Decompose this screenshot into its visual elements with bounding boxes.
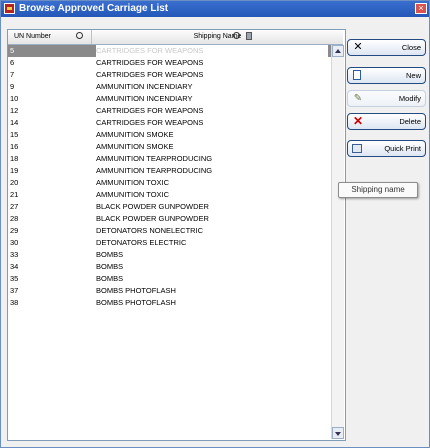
edit-pencil-icon: ✎ (353, 93, 363, 104)
un-number-cell: 12 (10, 106, 19, 115)
un-number-cell: 16 (10, 142, 19, 151)
un-number-cell: 5 (10, 46, 15, 55)
delete-button[interactable]: ✕ Delete (347, 113, 426, 130)
shipping-name-cell: DETONATORS NONELECTRIC (96, 226, 204, 235)
shipping-name-cell: CARTRIDGES FOR WEAPONS (96, 58, 204, 67)
un-number-cell: 18 (10, 154, 19, 163)
table-row[interactable]: 35 BOMBS (8, 273, 331, 285)
scroll-down-icon[interactable] (332, 427, 344, 439)
table-row[interactable]: 10 AMMUNITION INCENDIARY (8, 93, 331, 105)
table-row[interactable]: 20 AMMUNITION TOXIC (8, 177, 331, 189)
table-row[interactable]: 30 DETONATORS ELECTRIC (8, 237, 331, 249)
un-number-cell: 19 (10, 166, 19, 175)
shipping-name-cell: CARTRIDGES FOR WEAPONS (96, 118, 204, 127)
app-icon (4, 3, 15, 14)
grid-header: UN Number Shipping Name (8, 30, 343, 45)
shipping-name-cell: BOMBS PHOTOFLASH (96, 286, 176, 295)
un-number-cell: 14 (10, 118, 19, 127)
grid-rows: 5 CARTRIDGES FOR WEAPONS 6 CARTRIDGES FOR W… (8, 45, 331, 439)
un-number-cell: 37 (10, 286, 19, 295)
un-number-cell: 21 (10, 190, 19, 199)
lock-icon (246, 32, 252, 40)
un-number-cell: 27 (10, 202, 19, 211)
shipping-name-cell: BOMBS (96, 250, 124, 259)
table-row[interactable]: 12 CARTRIDGES FOR WEAPONS (8, 105, 331, 117)
table-row[interactable]: 5 CARTRIDGES FOR WEAPONS (8, 45, 331, 57)
shipping-name-cell: CARTRIDGES FOR WEAPONS (96, 106, 204, 115)
shipping-name-cell: CARTRIDGES FOR WEAPONS (96, 45, 328, 57)
table-row[interactable]: 14 CARTRIDGES FOR WEAPONS (8, 117, 331, 129)
browse-window: Browse Approved Carriage List × UN Numbe… (0, 0, 430, 448)
table-row[interactable]: 6 CARTRIDGES FOR WEAPONS (8, 57, 331, 69)
shipping-name-cell: AMMUNITION INCENDIARY (96, 94, 193, 103)
shipping-name-cell: AMMUNITION INCENDIARY (96, 82, 193, 91)
carriage-list-grid: UN Number Shipping Name 5 CARTRIDGES FOR … (7, 29, 346, 441)
vertical-scrollbar[interactable] (331, 45, 344, 439)
un-number-cell: 10 (10, 94, 19, 103)
table-row[interactable]: 9 AMMUNITION INCENDIARY (8, 81, 331, 93)
delete-x-icon: ✕ (352, 114, 364, 128)
shipping-name-cell: DETONATORS ELECTRIC (96, 238, 187, 247)
un-number-cell: 9 (10, 82, 15, 91)
shipping-name-cell: AMMUNITION SMOKE (96, 130, 174, 139)
un-number-cell: 38 (10, 298, 19, 307)
table-row[interactable]: 33 BOMBS (8, 249, 331, 261)
table-row[interactable]: 38 BOMBS PHOTOFLASH (8, 297, 331, 309)
shipping-name-cell: BOMBS PHOTOFLASH (96, 298, 176, 307)
table-row[interactable]: 29 DETONATORS NONELECTRIC (8, 225, 331, 237)
un-number-cell: 34 (10, 262, 19, 271)
shipping-name-cell: AMMUNITION TOXIC (96, 178, 170, 187)
column-header-shipping-name[interactable]: Shipping Name (92, 30, 343, 44)
modify-button[interactable]: ✎ Modify (347, 90, 426, 107)
new-button[interactable]: New (347, 67, 426, 84)
quick-print-button[interactable]: Quick Print (347, 140, 426, 157)
table-row[interactable]: 28 BLACK POWDER GUNPOWDER (8, 213, 331, 225)
table-row[interactable]: 19 AMMUNITION TEARPRODUCING (8, 165, 331, 177)
table-row[interactable]: 18 AMMUNITION TEARPRODUCING (8, 153, 331, 165)
shipping-name-cell: BLACK POWDER GUNPOWDER (96, 202, 209, 211)
un-number-cell: 7 (10, 70, 15, 79)
scroll-up-icon[interactable] (332, 45, 344, 57)
un-number-cell: 20 (10, 178, 19, 187)
shipping-name-cell: AMMUNITION TEARPRODUCING (96, 154, 213, 163)
shipping-name-cell: AMMUNITION TEARPRODUCING (96, 166, 213, 175)
un-number-cell: 29 (10, 226, 19, 235)
un-number-cell: 35 (10, 274, 19, 283)
un-number-cell: 33 (10, 250, 19, 259)
sort-icon[interactable] (76, 32, 83, 39)
table-row[interactable]: 15 AMMUNITION SMOKE (8, 129, 331, 141)
un-number-cell: 15 (10, 130, 19, 139)
shipping-name-cell: BOMBS (96, 274, 124, 283)
table-row[interactable]: 37 BOMBS PHOTOFLASH (8, 285, 331, 297)
un-number-cell: 30 (10, 238, 19, 247)
table-row[interactable]: 27 BLACK POWDER GUNPOWDER (8, 201, 331, 213)
shipping-name-cell: AMMUNITION SMOKE (96, 142, 174, 151)
title-bar: Browse Approved Carriage List × (1, 1, 429, 17)
window-close-icon[interactable]: × (415, 3, 427, 14)
printer-icon (352, 144, 362, 153)
shipping-name-cell: AMMUNITION TOXIC (96, 190, 170, 199)
table-row[interactable]: 34 BOMBS (8, 261, 331, 273)
tooltip: Shipping name (338, 182, 418, 198)
table-row[interactable]: 16 AMMUNITION SMOKE (8, 141, 331, 153)
new-document-icon (353, 70, 361, 80)
close-x-icon: ✕ (353, 41, 363, 53)
table-row[interactable]: 7 CARTRIDGES FOR WEAPONS (8, 69, 331, 81)
un-number-cell: 6 (10, 58, 15, 67)
shipping-name-cell: BLACK POWDER GUNPOWDER (96, 214, 209, 223)
sort-icon[interactable] (233, 32, 240, 39)
shipping-name-cell: BOMBS (96, 262, 124, 271)
un-number-cell: 28 (10, 214, 19, 223)
close-button[interactable]: ✕ Close (347, 39, 426, 56)
table-row[interactable]: 21 AMMUNITION TOXIC (8, 189, 331, 201)
shipping-name-cell: CARTRIDGES FOR WEAPONS (96, 70, 204, 79)
window-title: Browse Approved Carriage List (19, 3, 169, 14)
